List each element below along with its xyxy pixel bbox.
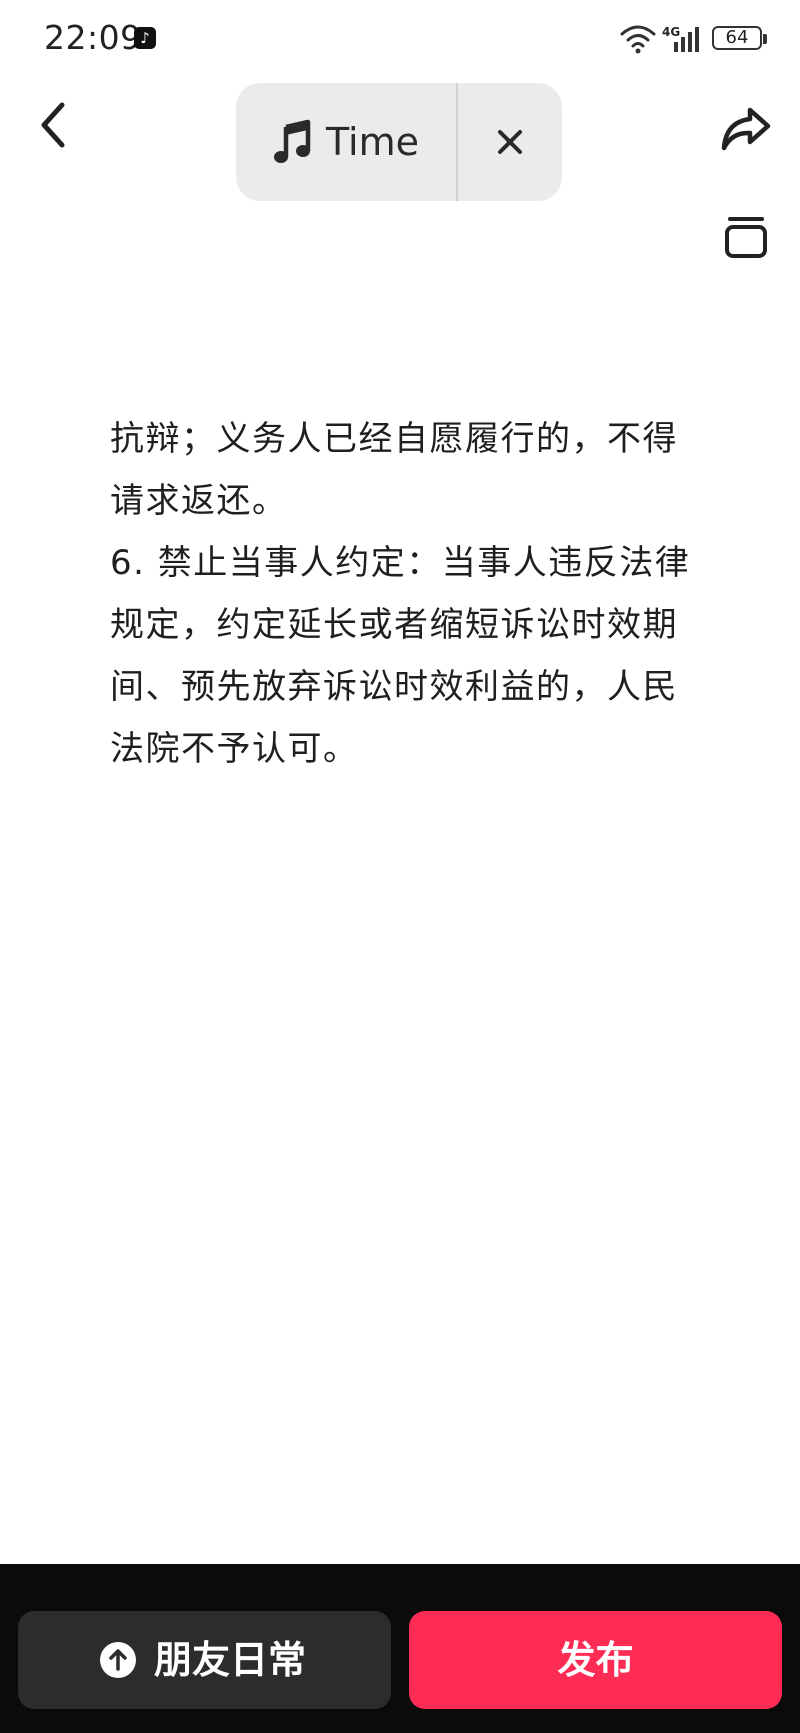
screen: 22:09 ♪ 4G 64 Time 抗辩；义务人已经自愿履行的，不得请求返还。… — [0, 0, 800, 1733]
back-button[interactable] — [30, 95, 80, 155]
music-title: Time — [326, 120, 419, 164]
music-pill: Time — [236, 83, 562, 201]
battery-level: 64 — [725, 27, 749, 48]
tiktok-icon: ♪ — [134, 27, 156, 49]
battery-icon: 64 — [712, 26, 767, 50]
wifi-icon — [620, 25, 656, 54]
music-close-button[interactable] — [458, 83, 562, 201]
article-paragraph: 6. 禁止当事人约定：当事人违反法律规定，约定延长或者缩短诉讼时效期间、预先放弃… — [110, 543, 691, 769]
upload-icon — [100, 1642, 136, 1678]
friends-daily-button[interactable]: 朋友日常 — [18, 1611, 391, 1709]
collection-button[interactable] — [722, 214, 770, 260]
publish-label: 发布 — [557, 1638, 634, 1682]
friends-daily-label: 朋友日常 — [154, 1638, 307, 1682]
share-button[interactable] — [718, 104, 774, 154]
publish-button[interactable]: 发布 — [409, 1611, 782, 1709]
article-paragraph: 抗辩；义务人已经自愿履行的，不得请求返还。 — [110, 419, 678, 521]
music-note-icon — [274, 119, 311, 163]
collection-icon — [725, 217, 767, 258]
article-text: 抗辩；义务人已经自愿履行的，不得请求返还。 6. 禁止当事人约定：当事人违反法律… — [110, 408, 700, 780]
close-icon — [498, 130, 522, 154]
status-time: 22:09 — [44, 18, 142, 57]
battery-nub — [763, 34, 767, 44]
music-select-button[interactable]: Time — [236, 83, 456, 201]
status-bar: 22:09 ♪ 4G 64 — [0, 0, 800, 80]
chevron-left-icon — [41, 102, 65, 148]
signal-icon — [674, 27, 699, 52]
share-icon — [721, 107, 771, 151]
bottom-bar: 朋友日常 发布 — [0, 1564, 800, 1733]
